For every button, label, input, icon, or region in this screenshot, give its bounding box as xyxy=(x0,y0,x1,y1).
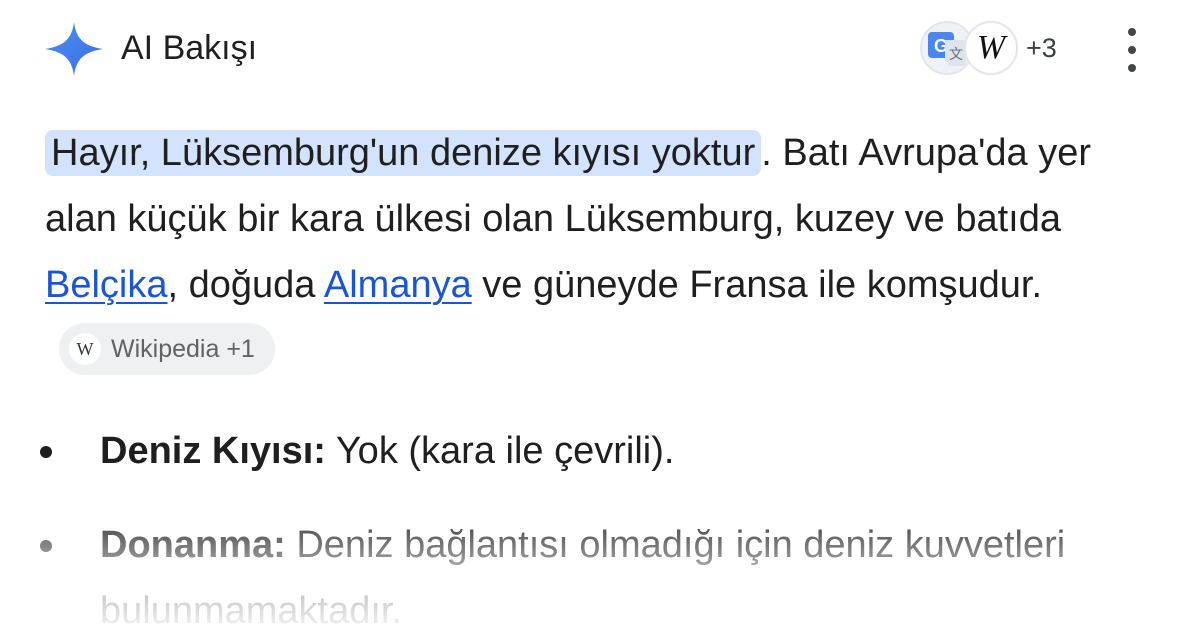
answer-text-3: ve güneyde Fransa ile komşudur. xyxy=(471,264,1043,306)
source-chip[interactable]: W Wikipedia +1 xyxy=(59,322,275,375)
list-item-text: Yok (kara ile çevrili). xyxy=(325,430,675,472)
list-item-label: Deniz Kıyısı: xyxy=(100,430,326,472)
sources-count: +3 xyxy=(1026,32,1057,63)
list-item: Donanma: Deniz bağlantısı olmadığı için … xyxy=(0,512,1100,631)
bullet-dot xyxy=(40,446,52,458)
highlighted-answer: Hayır, Lüksemburg'un denize kıyısı yoktu… xyxy=(45,130,762,176)
ai-overview-header: AI Bakışı G 文 W +3 xyxy=(0,0,1200,100)
wikipedia-icon: W xyxy=(69,332,101,365)
more-vert-icon[interactable] xyxy=(1114,28,1150,72)
link-almanya[interactable]: Almanya xyxy=(324,264,472,306)
answer-text-2: , doğuda xyxy=(167,264,324,306)
svg-text:文: 文 xyxy=(949,47,963,63)
link-belcika[interactable]: Belçika xyxy=(45,264,168,306)
wikipedia-icon: W xyxy=(964,21,1018,75)
answer-paragraph: Hayır, Lüksemburg'un denize kıyısı yoktu… xyxy=(45,120,1165,384)
bullet-dot xyxy=(40,540,52,552)
list-item-label: Donanma: xyxy=(100,524,286,566)
list-item: Deniz Kıyısı: Yok (kara ile çevrili). xyxy=(0,418,1100,484)
source-chip-label: Wikipedia +1 xyxy=(111,334,255,363)
sources-button[interactable]: G 文 W +3 xyxy=(920,18,1057,78)
page-title: AI Bakışı xyxy=(121,29,258,67)
facts-list: Deniz Kıyısı: Yok (kara ile çevrili). Do… xyxy=(0,418,1200,631)
sparkle-icon xyxy=(45,22,103,76)
